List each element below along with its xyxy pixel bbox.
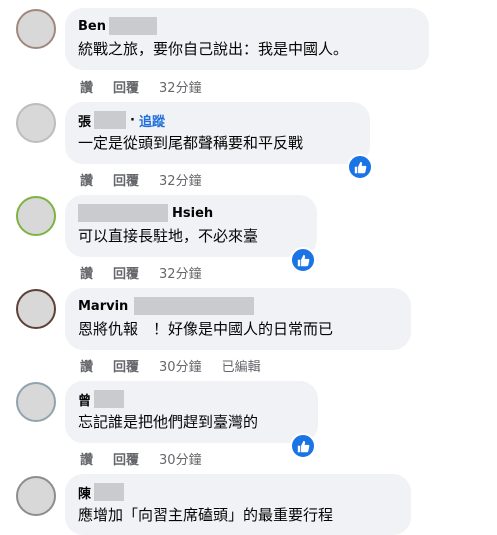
like-link[interactable]: 讚: [80, 356, 93, 375]
timestamp[interactable]: 30分鐘: [159, 449, 202, 468]
reaction-badge[interactable]: [290, 247, 316, 273]
author-row: Hsieh: [78, 204, 304, 222]
author-row: 陳: [78, 483, 398, 502]
comment-bubble: 曾 忘記誰是把他們趕到臺灣的: [65, 381, 318, 443]
avatar[interactable]: [16, 382, 56, 422]
redacted-name: [134, 297, 255, 315]
author-row: 張 · 追蹤: [78, 111, 165, 130]
timestamp[interactable]: 30分鐘: [159, 356, 202, 375]
follow-link[interactable]: 追蹤: [139, 111, 165, 130]
comment-bubble: 陳 應增加「向習主席磕頭」的最重要行程: [65, 474, 411, 535]
comment-actions: 讚 回覆 32分鐘: [80, 170, 222, 189]
reaction-badge[interactable]: [347, 154, 373, 180]
author-name[interactable]: Marvin: [78, 299, 128, 314]
comment-actions: 讚 回覆 32分鐘: [80, 263, 222, 282]
author-name[interactable]: Hsieh: [172, 206, 213, 221]
comment-text: 統戰之旅，要你自己說出：我是中國人。: [78, 40, 349, 58]
author-row: 曾: [78, 390, 305, 409]
reaction-badge[interactable]: [290, 433, 316, 459]
comment-bubble: Marvin 恩將仇報 ！好像是中國人的日常而已: [65, 288, 411, 350]
author-name[interactable]: 張: [78, 111, 91, 130]
author-name[interactable]: Ben: [78, 19, 106, 34]
author-row: Marvin: [78, 297, 398, 315]
thumbs-up-icon: [354, 161, 366, 173]
redacted-name: [94, 390, 125, 408]
thumbs-up-icon: [297, 254, 309, 266]
comment-bubble: Hsieh 可以直接長駐地，不必來臺: [65, 195, 317, 257]
redacted-name: [78, 204, 168, 222]
thumbs-up-icon: [297, 440, 309, 452]
comment-text: 應增加「向習主席磕頭」的最重要行程: [78, 506, 334, 524]
like-link[interactable]: 讚: [80, 449, 93, 468]
avatar[interactable]: [16, 289, 56, 329]
comment-bubble: 張 · 追蹤 一定是從頭到尾都聲稱要和平反戰: [65, 102, 370, 164]
reply-link[interactable]: 回覆: [113, 449, 139, 468]
comment-text: 恩將仇報 ！好像是中國人的日常而已: [78, 320, 334, 338]
author-name[interactable]: 曾: [78, 390, 91, 409]
redacted-name: [94, 111, 127, 129]
comment-actions: 讚 回覆 32分鐘: [80, 77, 222, 96]
avatar[interactable]: [16, 476, 56, 516]
comment-bubble: Ben 統戰之旅，要你自己說出：我是中國人。: [65, 8, 429, 70]
reply-link[interactable]: 回覆: [113, 356, 139, 375]
redacted-name: [94, 483, 125, 501]
reply-link[interactable]: 回覆: [113, 170, 139, 189]
like-link[interactable]: 讚: [80, 263, 93, 282]
like-link[interactable]: 讚: [80, 77, 93, 96]
timestamp[interactable]: 32分鐘: [159, 263, 202, 282]
author-name[interactable]: 陳: [78, 483, 91, 502]
comment-text: 可以直接長駐地，不必來臺: [78, 227, 259, 245]
author-row: Ben: [78, 17, 416, 35]
edited-label[interactable]: 已編輯: [222, 356, 261, 375]
comment-text: 一定是從頭到尾都聲稱要和平反戰: [78, 134, 304, 152]
comment-actions: 讚 回覆 30分鐘: [80, 449, 222, 468]
timestamp[interactable]: 32分鐘: [159, 170, 202, 189]
comment-text: 忘記誰是把他們趕到臺灣的: [78, 413, 259, 431]
avatar[interactable]: [16, 196, 56, 236]
avatar[interactable]: [16, 103, 56, 143]
avatar[interactable]: [16, 9, 56, 49]
reply-link[interactable]: 回覆: [113, 263, 139, 282]
reply-link[interactable]: 回覆: [113, 77, 139, 96]
comment-actions: 讚 回覆 30分鐘 已編輯: [80, 356, 281, 375]
redacted-name: [108, 17, 157, 35]
like-link[interactable]: 讚: [80, 170, 93, 189]
timestamp[interactable]: 32分鐘: [159, 77, 202, 96]
